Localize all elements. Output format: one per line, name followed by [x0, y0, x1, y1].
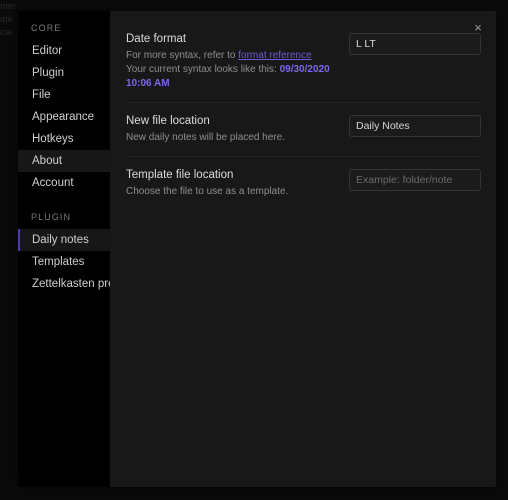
sidebar-item-label: Account [32, 177, 74, 189]
setting-description: New daily notes will be placed here. [126, 132, 285, 143]
setting-row-date-format: Date format For more syntax, refer to fo… [126, 32, 481, 103]
sidebar-item-appearance[interactable]: Appearance [18, 106, 110, 128]
setting-description-prefix: For more syntax, refer to [126, 50, 239, 61]
setting-name: Date format [126, 33, 187, 45]
setting-info: Date format For more syntax, refer to fo… [126, 32, 349, 91]
sidebar-item-label: About [32, 155, 63, 167]
format-reference-link[interactable]: format reference [238, 50, 311, 61]
new-file-location-input[interactable] [349, 115, 481, 137]
template-file-location-input[interactable] [349, 169, 481, 191]
sidebar-item-label: Templates [32, 256, 85, 268]
setting-info: New file location New daily notes will b… [126, 114, 349, 145]
setting-syntax-label: Your current syntax looks like this: [126, 64, 280, 75]
app-root: nter ate cat CORE Editor Plugin File App… [0, 0, 508, 500]
sidebar-section-header-plugin: PLUGIN [31, 212, 72, 222]
sidebar-item-plugin[interactable]: Plugin [18, 62, 110, 84]
close-icon[interactable]: × [469, 19, 487, 37]
background-text-line3: cat [0, 27, 13, 37]
setting-syntax-preview: Your current syntax looks like this: 09/… [126, 63, 339, 91]
settings-list: Date format For more syntax, refer to fo… [110, 11, 496, 210]
settings-content: × Date format For more syntax, refer to … [110, 11, 496, 487]
setting-row-new-file-location: New file location New daily notes will b… [126, 114, 481, 157]
setting-control [349, 168, 481, 191]
background-text-line2: ate [0, 14, 14, 24]
sidebar-item-editor[interactable]: Editor [18, 40, 110, 62]
setting-control [349, 114, 481, 137]
setting-name: New file location [126, 115, 210, 127]
sidebar-item-label: Daily notes [32, 234, 89, 246]
sidebar-item-account[interactable]: Account [18, 172, 110, 194]
setting-description: For more syntax, refer to format referen… [126, 49, 339, 63]
setting-description: Choose the file to use as a template. [126, 186, 289, 197]
settings-sidebar: CORE Editor Plugin File Appearance Hotke… [18, 11, 136, 487]
sidebar-item-label: Plugin [32, 67, 64, 79]
setting-control [349, 32, 481, 55]
setting-name: Template file location [126, 169, 234, 181]
sidebar-item-file[interactable]: File [18, 84, 110, 106]
sidebar-item-label: Appearance [32, 111, 95, 123]
sidebar-item-about[interactable]: About [18, 150, 110, 172]
setting-info: Template file location Choose the file t… [126, 168, 349, 199]
sidebar-item-daily-notes[interactable]: Daily notes [18, 229, 110, 251]
date-format-input[interactable] [349, 33, 481, 55]
background-text-line1: nter [0, 1, 17, 11]
setting-row-template-file-location: Template file location Choose the file t… [126, 168, 481, 210]
sidebar-item-templates[interactable]: Templates [18, 251, 110, 273]
sidebar-section-header-core: CORE [31, 23, 62, 33]
sidebar-item-label: Editor [32, 45, 63, 57]
settings-modal: CORE Editor Plugin File Appearance Hotke… [18, 11, 496, 487]
sidebar-item-label: Hotkeys [32, 133, 74, 145]
sidebar-item-zettelkasten-prefixer[interactable]: Zettelkasten prefixer [18, 273, 136, 295]
sidebar-item-hotkeys[interactable]: Hotkeys [18, 128, 110, 150]
sidebar-item-label: File [32, 89, 51, 101]
